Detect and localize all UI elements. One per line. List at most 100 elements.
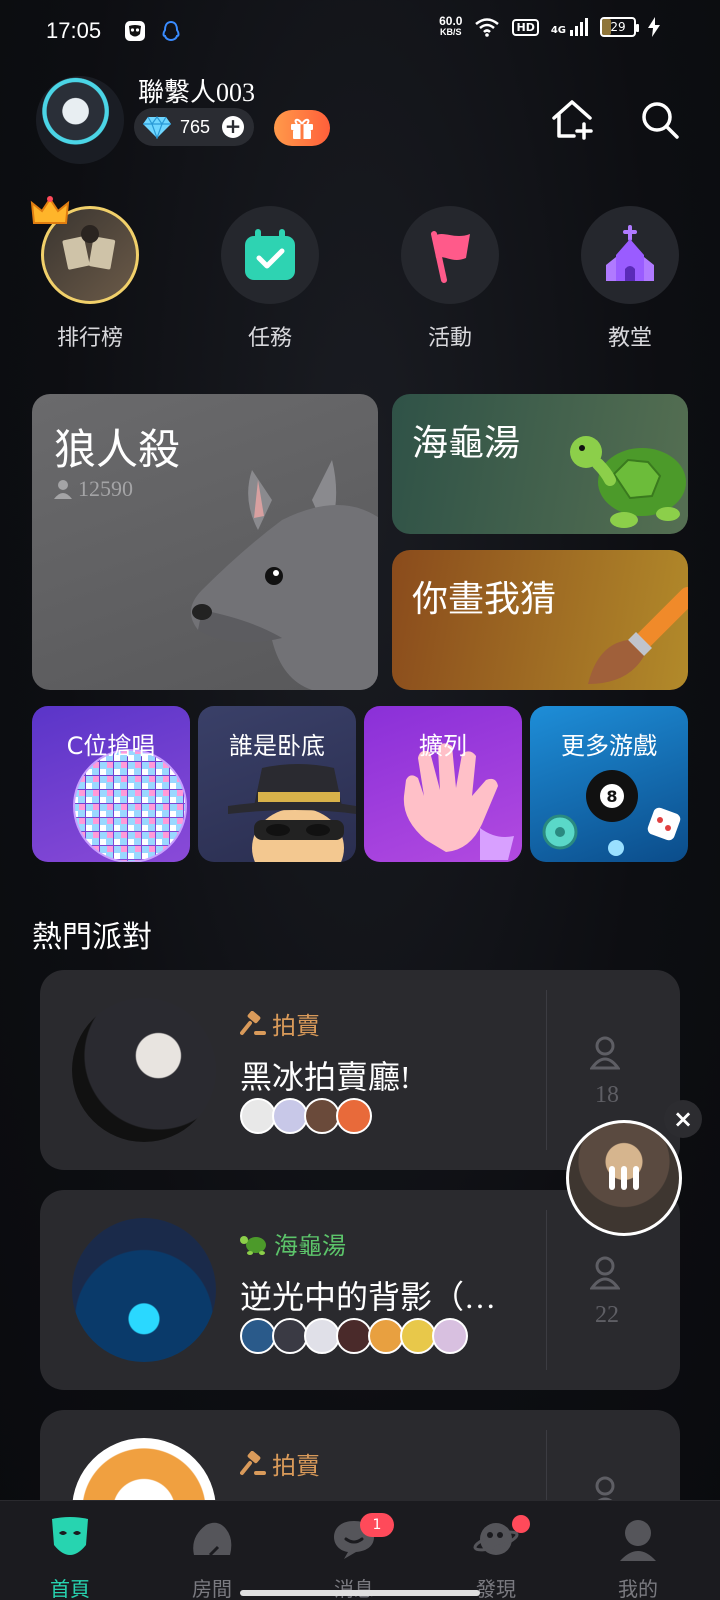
party-divider	[546, 990, 547, 1150]
svg-text:8: 8	[606, 787, 617, 806]
floating-room-player[interactable]	[566, 1120, 682, 1236]
game-card-c-sing[interactable]: C位搶唱	[32, 706, 190, 862]
speed-unit: KB/S	[440, 27, 462, 37]
quick-ranking[interactable]: 排行榜	[30, 196, 140, 352]
party-title: 逆光中的背影（…	[240, 1279, 497, 1315]
game-card-draw-guess[interactable]: 你畫我猜	[392, 550, 688, 690]
speed-value: 60.0	[439, 14, 463, 28]
game-card-more-games[interactable]: 更多游戲 8	[530, 706, 688, 862]
quick-label-events: 活動	[427, 326, 472, 351]
crown-icon	[30, 196, 70, 224]
nav-label: 房間	[192, 1577, 232, 1600]
turtle-icon	[570, 436, 686, 528]
bottom-nav: 首頁 房間 1 消息 發現 我的	[0, 1500, 720, 1600]
member-avatar	[368, 1318, 404, 1354]
signal-icon: 4G	[551, 18, 588, 36]
quick-church[interactable]: 教堂	[580, 206, 680, 352]
ranking-avatar-icon	[62, 225, 116, 270]
game-card-turtle-soup[interactable]: 海龜湯	[392, 394, 688, 534]
home-indicator[interactable]	[240, 1590, 480, 1596]
username[interactable]: 聯繫人003	[138, 72, 255, 109]
member-avatar	[336, 1318, 372, 1354]
add-diamond-icon[interactable]: +	[222, 116, 245, 138]
paintbrush-icon	[588, 587, 688, 684]
member-avatar	[304, 1318, 340, 1354]
party-cover	[72, 1218, 216, 1362]
home-mask-icon	[52, 1517, 88, 1555]
qq-icon	[162, 20, 180, 42]
person-icon	[590, 1036, 620, 1070]
tasks-circle	[221, 206, 319, 304]
billiard-ball-icon: 8	[542, 770, 681, 856]
diamond-balance[interactable]: 765 +	[134, 108, 254, 146]
game-card-spy[interactable]: 誰是卧底	[198, 706, 356, 862]
profile-icon	[620, 1520, 656, 1561]
gift-button[interactable]	[274, 110, 330, 146]
close-floating-player-icon[interactable]: ×	[664, 1100, 702, 1138]
nav-messages[interactable]: 1 消息	[314, 1513, 394, 1600]
game-card-lineup[interactable]: 擴列	[364, 706, 522, 862]
flag-icon	[431, 231, 470, 283]
hot-parties-heading: 熱門派對	[32, 921, 152, 954]
nav-label: 首頁	[50, 1577, 90, 1600]
nav-discover[interactable]: 發現	[456, 1515, 536, 1600]
create-room-icon[interactable]	[548, 96, 596, 144]
spy-hat-icon	[228, 764, 356, 862]
spy-title: 誰是卧底	[229, 732, 325, 760]
person-icon	[54, 480, 72, 499]
more-games-title: 更多游戲	[561, 732, 657, 760]
party-tag-label: 海龜湯	[274, 1234, 346, 1260]
disco-ball-icon	[73, 749, 187, 862]
network-speed: 60.0 KB/S	[439, 14, 463, 38]
member-avatar	[432, 1318, 468, 1354]
battery-level: 29	[610, 20, 626, 34]
gift-icon	[291, 118, 313, 139]
diamond-icon	[143, 115, 171, 139]
crown-avatar-icon	[30, 196, 139, 304]
member-avatar	[304, 1098, 340, 1134]
member-avatar	[272, 1098, 308, 1134]
party-tag: 海龜湯	[240, 1226, 346, 1261]
wifi-icon	[475, 18, 500, 37]
lineup-title: 擴列	[419, 732, 467, 760]
party-members	[240, 1318, 468, 1354]
gavel-icon	[240, 1010, 266, 1035]
member-avatar	[336, 1098, 372, 1134]
party-title: 黑冰拍賣廳!	[240, 1059, 411, 1095]
party-tag-label: 拍賣	[272, 1014, 320, 1040]
user-avatar[interactable]	[36, 76, 124, 164]
quick-tasks[interactable]: 任務	[220, 206, 320, 352]
status-time: 17:05	[46, 18, 102, 43]
events-circle	[401, 206, 499, 304]
member-avatar	[240, 1098, 276, 1134]
playing-indicator-icon	[609, 1166, 639, 1190]
quick-events[interactable]: 活動	[400, 206, 500, 352]
quick-label-tasks: 任務	[247, 326, 292, 351]
person-icon	[590, 1256, 620, 1290]
diamond-count: 765	[180, 116, 211, 137]
unread-badge: 1	[360, 1513, 394, 1537]
party-member-count: 18	[595, 1082, 619, 1108]
c-sing-title: C位搶唱	[66, 732, 156, 760]
status-bar: 17:05 60.0 KB/S HD 4G 29	[0, 0, 720, 64]
party-cover	[72, 998, 216, 1142]
draw-guess-title: 你畫我猜	[412, 579, 557, 619]
gavel-icon	[240, 1450, 266, 1475]
party-tag: 拍賣	[240, 1446, 320, 1481]
charging-icon	[648, 17, 660, 37]
party-member-count: 22	[595, 1302, 619, 1328]
search-icon[interactable]	[636, 96, 684, 144]
church-icon	[606, 225, 654, 281]
nav-profile[interactable]: 我的	[598, 1515, 678, 1600]
nav-rooms[interactable]: 房間	[172, 1515, 252, 1600]
quick-label-ranking: 排行榜	[56, 326, 123, 351]
calendar-check-icon	[245, 229, 295, 280]
battery-icon: 29	[600, 17, 639, 37]
quick-label-church: 教堂	[607, 326, 652, 351]
notification-dot	[512, 1515, 530, 1533]
party-divider	[546, 1210, 547, 1370]
werewolf-players-value: 12590	[78, 476, 133, 501]
nav-home[interactable]: 首頁	[30, 1515, 110, 1600]
game-card-werewolf[interactable]: 狼人殺 12590	[32, 394, 378, 690]
church-circle	[581, 206, 679, 304]
